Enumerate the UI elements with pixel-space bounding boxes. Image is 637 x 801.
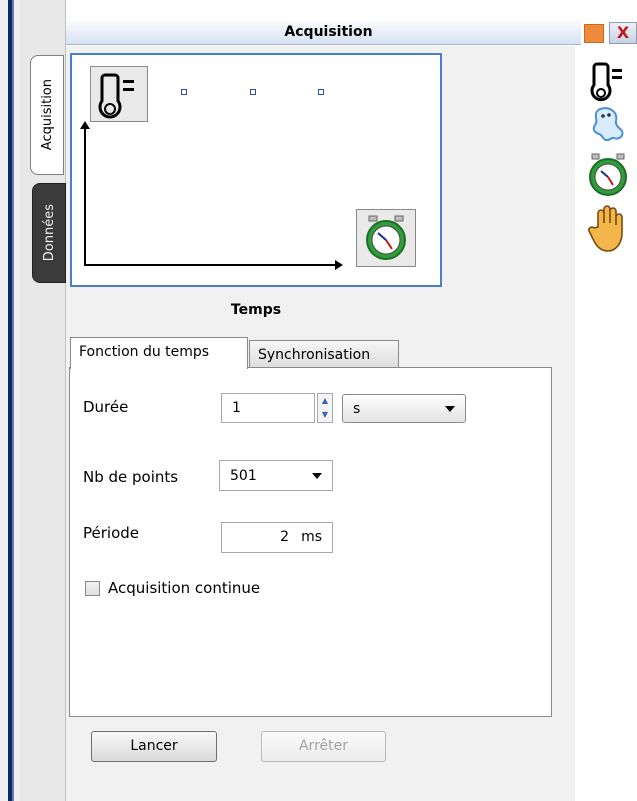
side-tab-donnees[interactable]: Données (32, 183, 66, 283)
thermometer-icon (590, 62, 622, 102)
stopwatch-icon (366, 215, 406, 260)
x-axis (84, 264, 339, 266)
side-tab-label: Acquisition (39, 79, 55, 151)
tab-synchronisation[interactable]: Synchronisation (249, 340, 399, 370)
side-tab-label: Données (41, 204, 57, 262)
panel-title: Acquisition (284, 24, 373, 40)
tab-label: Fonction du temps (79, 344, 210, 360)
minimize-button[interactable] (584, 24, 604, 43)
placeholder-slot[interactable] (181, 89, 187, 95)
arreter-button[interactable]: Arrêter (261, 731, 386, 762)
periode-value: 2 (280, 529, 289, 545)
thermometer-icon (98, 73, 134, 119)
periode-unit: ms (301, 529, 322, 545)
hand-tool[interactable] (583, 205, 633, 255)
spin-down-icon[interactable]: ▼ (318, 408, 332, 422)
x-time-slot[interactable] (356, 209, 416, 267)
close-icon: X (616, 23, 630, 42)
y-axis (84, 125, 86, 266)
x-axis-label: Temps (230, 302, 282, 318)
stopwatch-icon (589, 153, 627, 196)
duree-label: Durée (83, 398, 129, 416)
y-sensor-slot[interactable] (90, 66, 148, 122)
ghost-icon (592, 107, 624, 142)
tab-fonction-du-temps[interactable]: Fonction du temps (70, 337, 248, 369)
duree-unit-value: s (353, 400, 361, 417)
nbpoints-value: 501 (230, 467, 257, 484)
hand-icon (588, 205, 623, 252)
nbpoints-label: Nb de points (83, 468, 179, 486)
periode-input[interactable]: 2 ms (221, 522, 333, 553)
chevron-down-icon (445, 405, 455, 412)
chevron-down-icon (312, 472, 322, 479)
y-axis-arrow (80, 121, 90, 129)
thermometer-tool[interactable] (583, 60, 633, 104)
acquisition-continue-checkbox[interactable] (85, 581, 100, 596)
tab-label: Synchronisation (258, 347, 371, 363)
spin-up-icon[interactable]: ▲ (318, 394, 332, 408)
side-tab-acquisition[interactable]: Acquisition (30, 55, 64, 175)
placeholder-slot[interactable] (250, 89, 256, 95)
panel-titlebar: Acquisition (66, 20, 581, 45)
ghost-tool[interactable] (583, 105, 633, 149)
close-button[interactable]: X (609, 22, 637, 44)
acquisition-continue-label[interactable]: Acquisition continue (108, 579, 260, 597)
x-axis-arrow (335, 260, 343, 270)
window-left-border (0, 0, 20, 801)
lancer-button[interactable]: Lancer (91, 731, 217, 762)
nbpoints-select[interactable]: 501 (219, 460, 333, 491)
duree-input[interactable]: 1 (221, 393, 315, 423)
duree-unit-select[interactable]: s (342, 394, 466, 423)
stopwatch-tool[interactable] (583, 152, 633, 198)
periode-label: Période (83, 524, 140, 542)
placeholder-slot[interactable] (318, 89, 324, 95)
duree-spinner[interactable]: ▲ ▼ (317, 393, 333, 423)
